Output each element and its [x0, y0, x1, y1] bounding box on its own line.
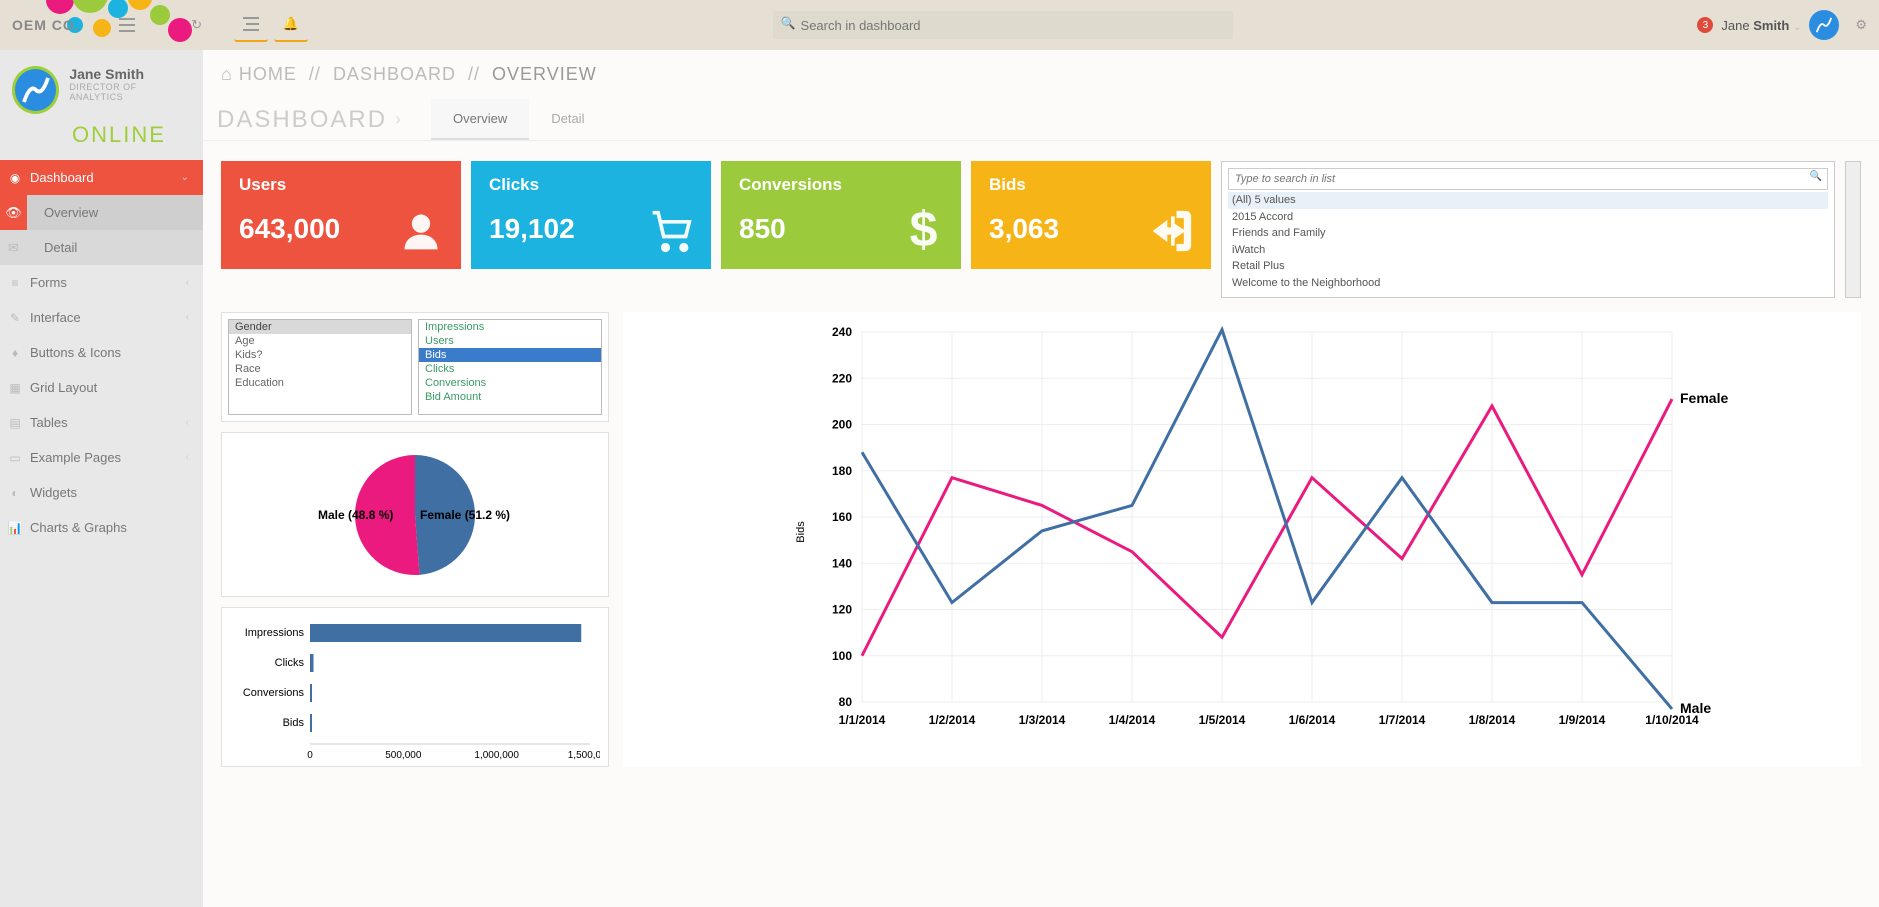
svg-text:Clicks: Clicks [275, 657, 305, 669]
svg-text:240: 240 [832, 325, 852, 339]
nav-charts-graphs[interactable]: 📊Charts & Graphs [0, 510, 203, 545]
avatar[interactable] [1809, 10, 1839, 40]
filter-list[interactable]: (All) 5 values2015 AccordFriends and Fam… [1228, 192, 1828, 291]
chevron-right-icon: › [395, 109, 401, 130]
nav-tables[interactable]: ▤Tables‹ [0, 405, 203, 440]
svg-text:1/8/2014: 1/8/2014 [1469, 713, 1516, 727]
online-status: ONLINE [0, 122, 203, 160]
svg-text:Female (51.2 %): Female (51.2 %) [420, 508, 510, 522]
svg-text:180: 180 [832, 464, 852, 478]
svg-text:0: 0 [307, 750, 313, 761]
refresh-button[interactable]: ↻ [180, 8, 214, 42]
svg-text:80: 80 [839, 695, 853, 709]
svg-text:1/3/2014: 1/3/2014 [1019, 713, 1066, 727]
tab-detail[interactable]: Detail [529, 99, 606, 140]
search-wrap [773, 11, 1233, 39]
scrollbar-stub[interactable] [1845, 161, 1861, 298]
svg-text:1/6/2014: 1/6/2014 [1289, 713, 1336, 727]
nav-grid-layout[interactable]: ▦Grid Layout [0, 370, 203, 405]
dimension-list-left[interactable]: GenderAgeKids?RaceEducation [228, 319, 412, 415]
nav-detail[interactable]: ✉Detail [0, 230, 203, 265]
user-name: Jane Smith ⌄ [1721, 18, 1801, 33]
nav-dashboard[interactable]: ◉Dashboard⌄ [0, 160, 203, 195]
svg-text:Male (48.8 %): Male (48.8 %) [318, 508, 393, 522]
svg-text:Male: Male [1680, 700, 1711, 716]
cart-icon [649, 209, 693, 253]
svg-text:500,000: 500,000 [385, 750, 422, 761]
arrow-in-icon [1149, 209, 1193, 253]
nav-example-pages[interactable]: ▭Example Pages‹ [0, 440, 203, 475]
page-header: DASHBOARD › Overview Detail [203, 85, 1879, 141]
svg-text:200: 200 [832, 418, 852, 432]
notification-badge: 3 [1697, 17, 1713, 33]
menu-toggle-button[interactable] [110, 8, 144, 42]
brand-label: OEM CO. [12, 17, 80, 33]
svg-text:1/4/2014: 1/4/2014 [1109, 713, 1156, 727]
user-icon [399, 209, 443, 253]
profile-role: DIRECTOR OF ANALYTICS [69, 82, 191, 102]
gear-icon[interactable]: ⚙ [1855, 17, 1867, 33]
kpi-bids[interactable]: Bids 3,063 [971, 161, 1211, 269]
svg-text:1/9/2014: 1/9/2014 [1559, 713, 1606, 727]
kpi-row: Users 643,000 Clicks 19,102 Conversions … [221, 161, 1861, 298]
tabs: Overview Detail [431, 99, 606, 140]
svg-text:100: 100 [832, 649, 852, 663]
svg-text:120: 120 [832, 603, 852, 617]
bell-icon[interactable]: 🔔 [274, 8, 308, 42]
profile-avatar [12, 66, 59, 114]
dimension-picker-panel: GenderAgeKids?RaceEducation ImpressionsU… [221, 312, 609, 422]
nav-interface[interactable]: ✎Interface‹ [0, 300, 203, 335]
horizontal-bar-chart: Impressions Clicks Conversions Bids 0 500,000… [221, 607, 609, 767]
pie-chart: Male (48.8 %) Female (51.2 %) [221, 432, 609, 597]
nav-overview[interactable]: 👁Overview [0, 195, 203, 230]
nav-buttons-icons[interactable]: ♦Buttons & Icons [0, 335, 203, 370]
svg-text:Bids: Bids [795, 521, 807, 543]
nav: ◉Dashboard⌄ 👁Overview ✉Detail ≡Forms‹ ✎I… [0, 160, 203, 545]
list-button[interactable] [234, 8, 268, 42]
svg-text:$: $ [910, 203, 938, 253]
svg-text:160: 160 [832, 510, 852, 524]
metric-list-right[interactable]: ImpressionsUsersBidsClicksConversionsBid… [418, 319, 602, 415]
kpi-conversions[interactable]: Conversions 850 $ [721, 161, 961, 269]
svg-text:1/2/2014: 1/2/2014 [929, 713, 976, 727]
svg-text:1,500,000: 1,500,000 [568, 750, 600, 761]
svg-text:220: 220 [832, 371, 852, 385]
page-title: DASHBOARD [217, 106, 387, 134]
dollar-icon: $ [903, 203, 943, 253]
svg-text:Female: Female [1680, 390, 1728, 406]
breadcrumb: ⌂ HOME // DASHBOARD // OVERVIEW [203, 50, 1879, 85]
svg-text:1/1/2014: 1/1/2014 [839, 713, 886, 727]
nav-forms[interactable]: ≡Forms‹ [0, 265, 203, 300]
kpi-users[interactable]: Users 643,000 [221, 161, 461, 269]
svg-text:Impressions: Impressions [245, 627, 305, 639]
svg-text:1/5/2014: 1/5/2014 [1199, 713, 1246, 727]
tab-overview[interactable]: Overview [431, 99, 529, 140]
search-input[interactable] [773, 11, 1233, 39]
kpi-clicks[interactable]: Clicks 19,102 [471, 161, 711, 269]
main: ⌂ HOME // DASHBOARD // OVERVIEW DASHBOAR… [203, 50, 1879, 907]
sidebar: Jane Smith DIRECTOR OF ANALYTICS ONLINE … [0, 50, 203, 907]
svg-text:140: 140 [832, 556, 852, 570]
svg-text:Conversions: Conversions [243, 687, 305, 699]
svg-text:Bids: Bids [283, 717, 305, 729]
svg-text:1/7/2014: 1/7/2014 [1379, 713, 1426, 727]
home-icon[interactable]: ⌂ [221, 64, 233, 84]
line-chart: 80 100 120 140 160 180 200 220 240 1/1/2014 1/2/20… [623, 312, 1861, 767]
filter-panel: (All) 5 values2015 AccordFriends and Fam… [1221, 161, 1835, 298]
topbar: OEM CO. ↻ 🔔 3 Jane Smith ⌄ ⚙ [0, 0, 1879, 50]
profile-name: Jane Smith [69, 66, 191, 82]
profile-block: Jane Smith DIRECTOR OF ANALYTICS [0, 50, 203, 122]
svg-text:1,000,000: 1,000,000 [474, 750, 519, 761]
user-area[interactable]: 3 Jane Smith ⌄ ⚙ [1697, 10, 1867, 40]
nav-widgets[interactable]: ◐Widgets [0, 475, 203, 510]
filter-search-input[interactable] [1228, 168, 1828, 190]
